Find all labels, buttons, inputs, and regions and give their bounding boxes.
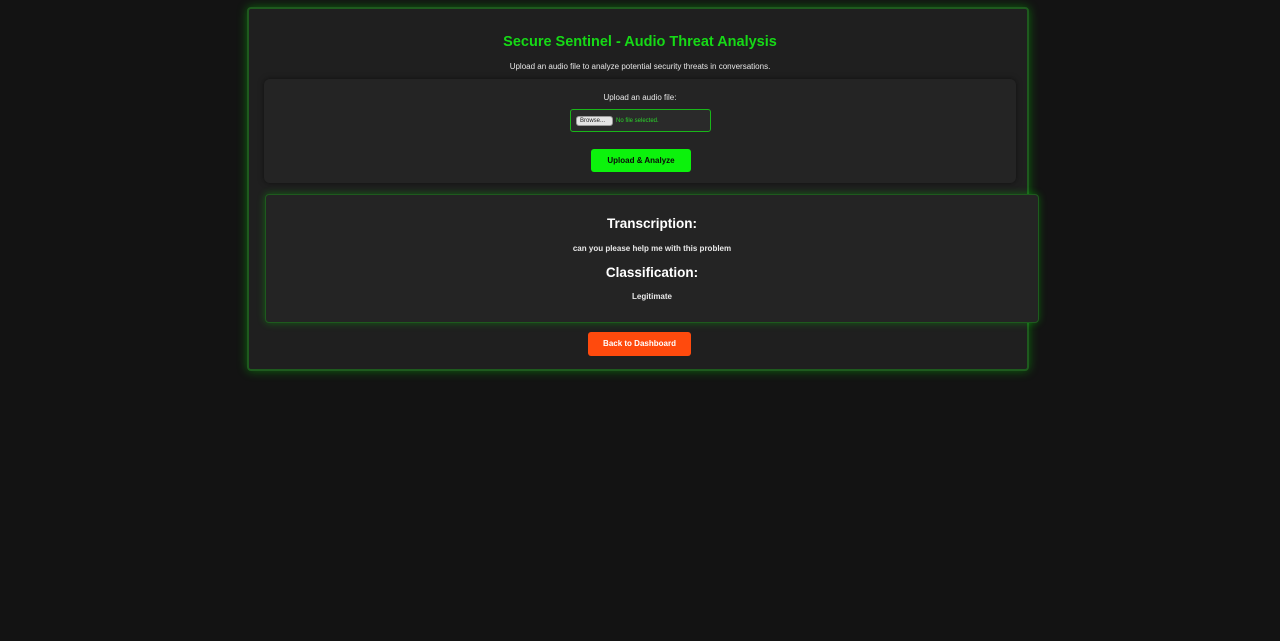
- upload-label: Upload an audio file:: [603, 93, 677, 102]
- transcription-text: can you please help me with this problem: [572, 244, 732, 253]
- upload-form: Upload an audio file: Browse... No file …: [264, 79, 1016, 183]
- main-container: Secure Sentinel - Audio Threat Analysis …: [247, 7, 1039, 371]
- classification-text: Legitimate: [631, 292, 672, 301]
- page-title: Secure Sentinel - Audio Threat Analysis: [503, 34, 777, 50]
- page-subtitle: Upload an audio file to analyze potentia…: [509, 62, 771, 71]
- audio-file-input[interactable]: Browse... No file selected.: [570, 109, 711, 132]
- back-to-dashboard-button[interactable]: Back to Dashboard: [588, 332, 691, 356]
- transcription-heading: Transcription:: [606, 216, 697, 231]
- classification-heading: Classification:: [605, 265, 699, 280]
- browse-button[interactable]: Browse...: [576, 116, 613, 126]
- upload-analyze-button[interactable]: Upload & Analyze: [591, 149, 691, 172]
- result-panel: Transcription: can you please help me wi…: [265, 194, 1039, 323]
- file-status-text: No file selected.: [616, 118, 659, 124]
